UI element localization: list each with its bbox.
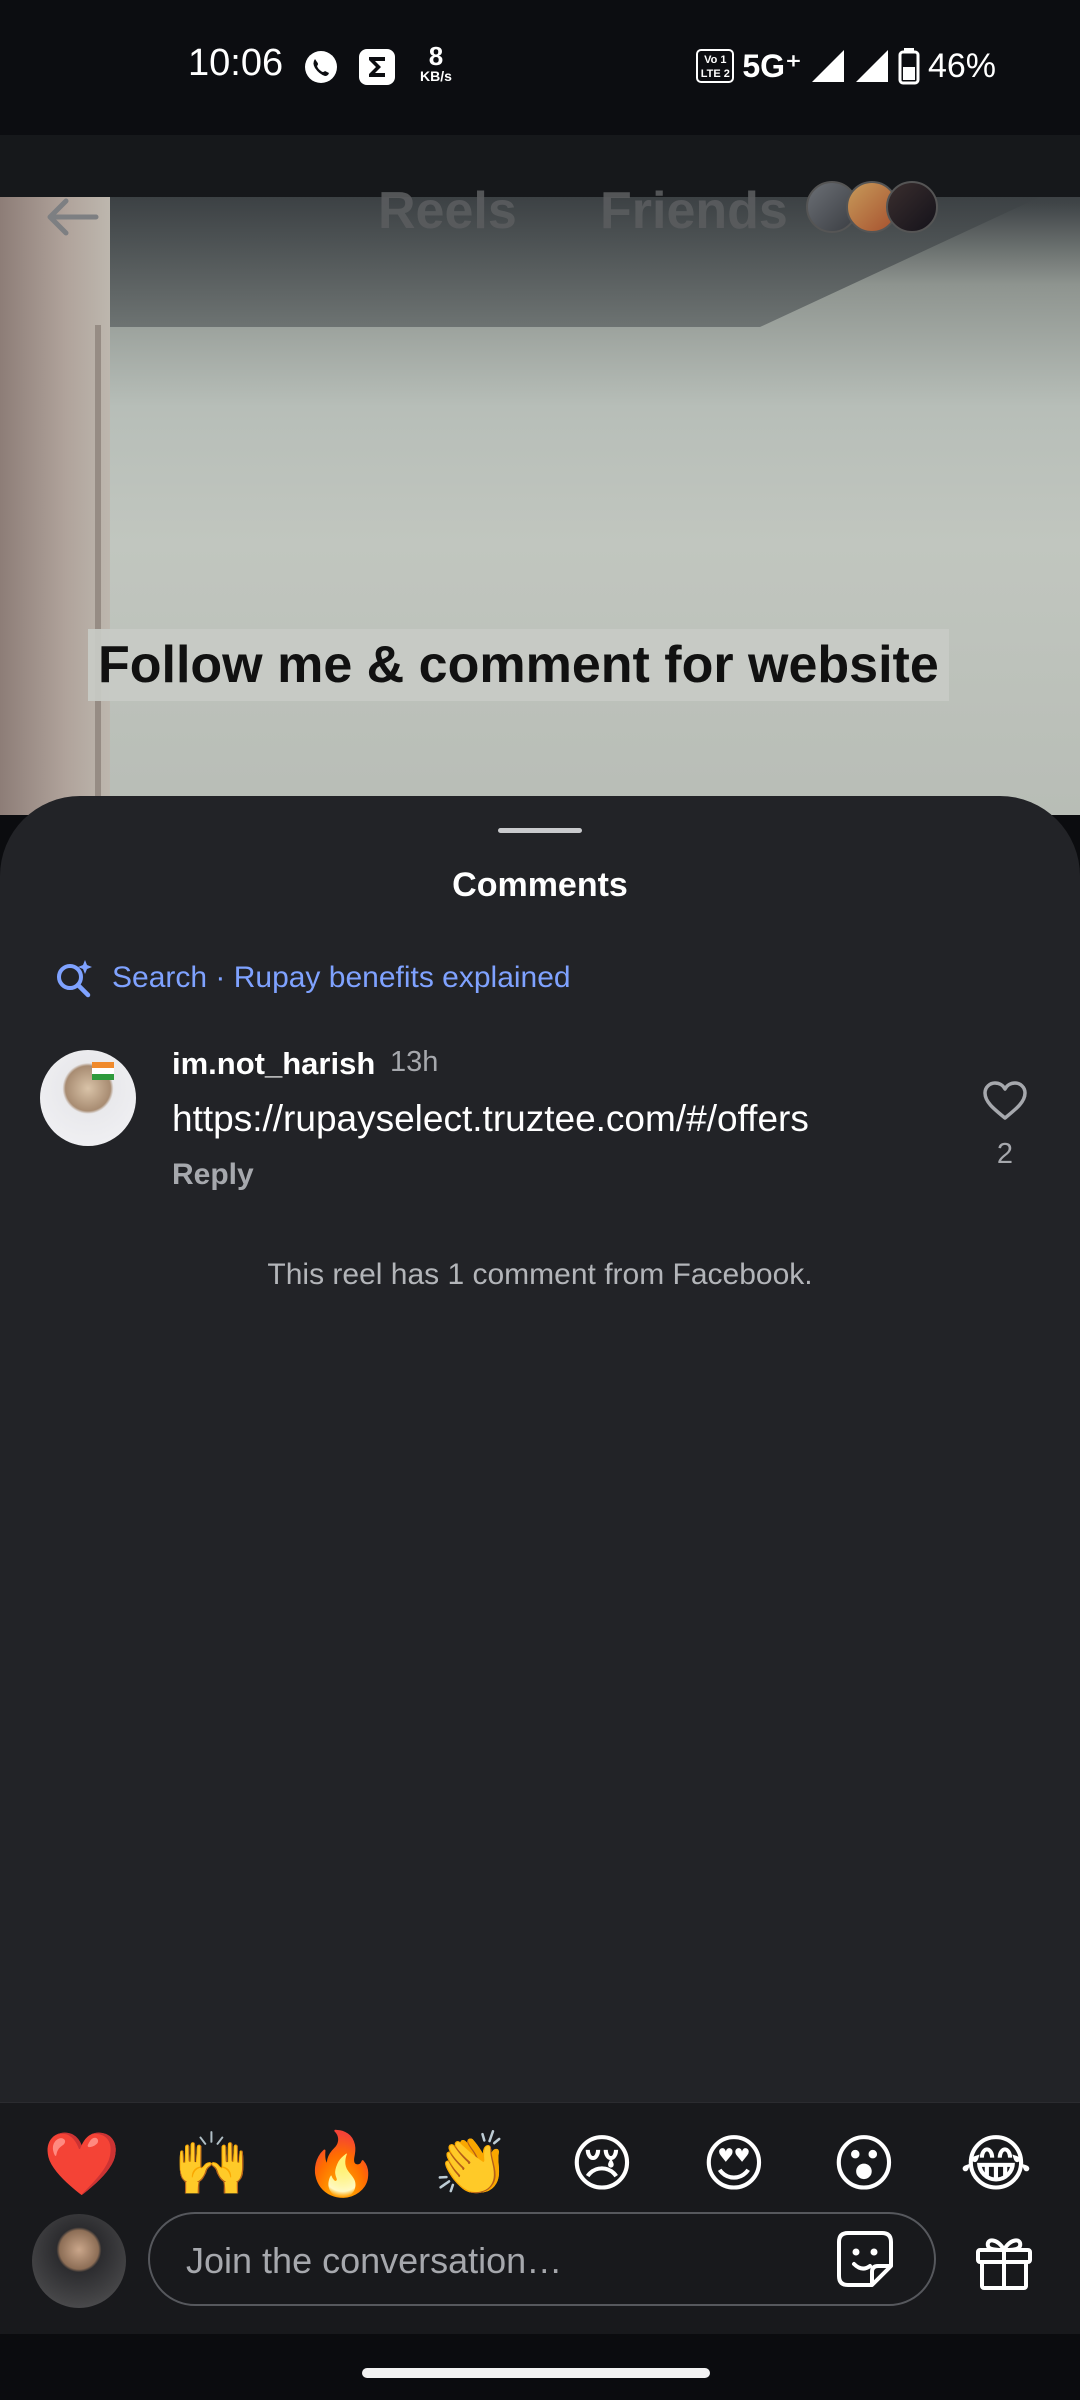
reaction-clap[interactable]: 👏 xyxy=(432,2125,512,2205)
whatsapp-icon xyxy=(305,51,337,83)
facebook-comment-note: This reel has 1 comment from Facebook. xyxy=(267,1258,813,1291)
sheet-title: Comments xyxy=(452,866,628,904)
system-nav-bar xyxy=(0,2334,1080,2400)
comment-text[interactable]: https://rupayselect.truztee.com/#/offers xyxy=(172,1098,809,1140)
comment-input[interactable]: Join the conversation… xyxy=(148,2212,936,2306)
network-type: 5G⁺ xyxy=(742,48,802,84)
reaction-crying[interactable]: 😢 xyxy=(562,2125,642,2205)
battery-percent: 46% xyxy=(927,46,996,85)
comment-item: im.not_harish 13h https://rupayselect.tr… xyxy=(40,1046,1050,1196)
volte-badge: Vo 1 LTE 2 xyxy=(696,49,735,83)
comment-composer: Join the conversation… xyxy=(0,2200,1080,2334)
back-arrow-icon[interactable] xyxy=(40,185,104,249)
sheet-drag-handle[interactable] xyxy=(498,828,582,833)
status-bar: 10:06 8 KB/s Vo 1 LTE 2 5G⁺ 46% xyxy=(0,0,1080,135)
search-sparkle-icon xyxy=(57,960,92,998)
network-speed: 8 KB/s xyxy=(420,41,452,84)
sigma-app-icon xyxy=(359,49,395,85)
tab-reels[interactable]: Reels xyxy=(378,181,517,241)
sticker-icon[interactable] xyxy=(834,2228,896,2290)
tab-friends[interactable]: Friends xyxy=(600,181,788,241)
current-user-avatar xyxy=(32,2214,126,2308)
reaction-laughing[interactable]: 😂 xyxy=(956,2125,1036,2205)
signal-icon xyxy=(855,50,888,82)
like-count: 2 xyxy=(996,1138,1014,1170)
status-time: 10:06 xyxy=(188,42,284,84)
reels-top-nav: Reels Friends xyxy=(0,135,1080,285)
reaction-raising-hands[interactable]: 🙌 xyxy=(172,2125,252,2205)
reaction-surprised[interactable]: 😮 xyxy=(824,2125,904,2205)
signal-icon xyxy=(811,50,844,82)
gift-icon[interactable] xyxy=(972,2228,1036,2292)
reply-button[interactable]: Reply xyxy=(172,1158,254,1192)
reaction-heart[interactable]: ❤️ xyxy=(42,2125,122,2205)
reaction-fire[interactable]: 🔥 xyxy=(302,2125,382,2205)
comment-time: 13h xyxy=(390,1046,439,1078)
comment-username[interactable]: im.not_harish xyxy=(172,1046,375,1082)
video-caption: Follow me & comment for website xyxy=(88,629,949,701)
reaction-heart-eyes[interactable]: 😍 xyxy=(694,2125,774,2205)
battery-icon xyxy=(898,48,920,85)
heart-icon[interactable] xyxy=(982,1080,1028,1122)
status-right-cluster: Vo 1 LTE 2 5G⁺ 46% xyxy=(696,44,996,88)
commenter-avatar[interactable] xyxy=(40,1050,136,1146)
related-search-label: Search · Rupay benefits explained xyxy=(112,961,571,994)
comment-input-placeholder: Join the conversation… xyxy=(186,2240,563,2281)
friends-avatar-stack[interactable] xyxy=(806,181,946,237)
india-flag-icon xyxy=(92,1062,114,1080)
home-indicator[interactable] xyxy=(362,2368,710,2378)
related-search-link[interactable]: Search · Rupay benefits explained xyxy=(52,956,571,1000)
